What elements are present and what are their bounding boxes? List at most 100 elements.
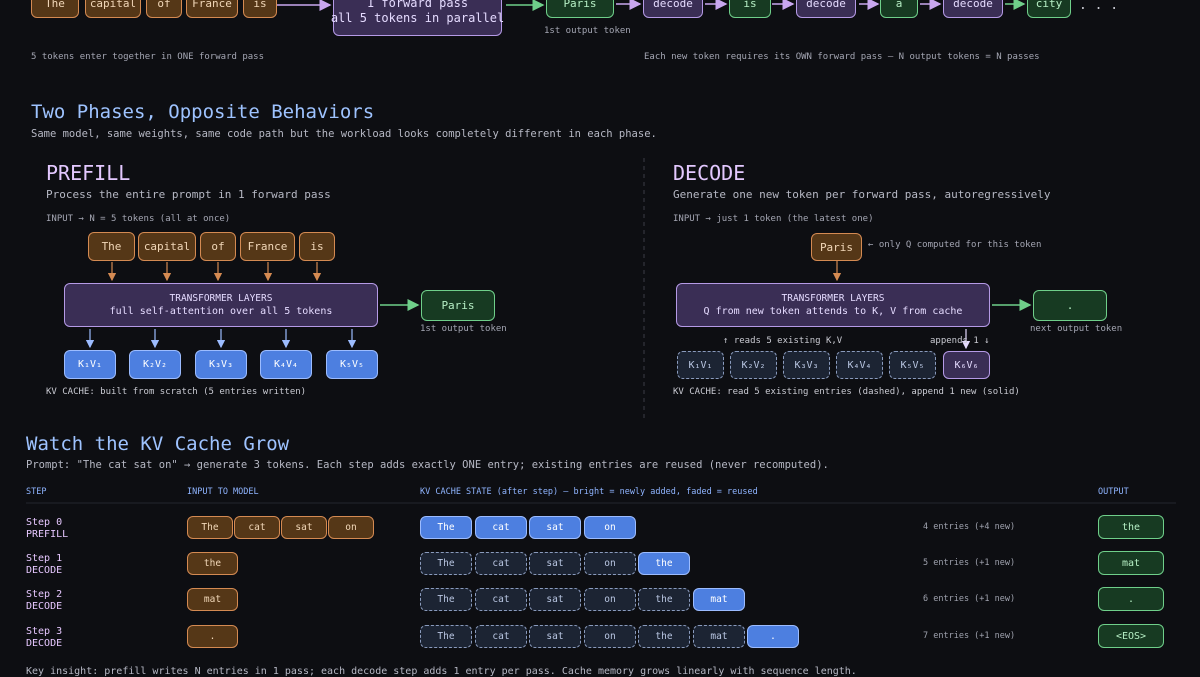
kv-cache-entry-reused: The (420, 552, 472, 575)
step-phase: PREFILL (26, 529, 69, 540)
input-token: the (187, 552, 238, 575)
kv-cache-entry-new: sat (529, 516, 581, 539)
forward-pass-line-1: 1 forward pass (366, 0, 469, 10)
decode-kv-2: K₂V₂ (730, 351, 777, 379)
col-header-input: INPUT TO MODEL (187, 487, 259, 497)
output-token: mat (1098, 551, 1164, 575)
phases-title: Two Phases, Opposite Behaviors (31, 101, 375, 123)
kv-cache-entry-reused: sat (529, 552, 581, 575)
input-token: sat (281, 516, 327, 539)
entry-count: 6 entries (+1 new) (923, 594, 1016, 604)
step-label: Step 1 DECODE (26, 553, 62, 577)
prefill-kv-caption: KV CACHE: built from scratch (5 entries … (46, 387, 307, 397)
step-number: Step 3 (26, 626, 63, 637)
prefill-layer-title: TRANSFORMER LAYERS (169, 293, 273, 304)
top-decode-2: decode (796, 0, 856, 18)
top-right-caption: Each new token requires its OWN forward … (644, 52, 1040, 62)
decode-output-dot: . (1033, 290, 1107, 321)
grow-title: Watch the KV Cache Grow (26, 433, 290, 455)
kv-cache-entry-reused: cat (475, 588, 527, 611)
kv-cache-entry-reused: on (584, 552, 636, 575)
prefill-kv-4: K₄V₄ (260, 350, 312, 379)
phases-subtitle: Same model, same weights, same code path… (31, 128, 657, 140)
prefill-kv-5: K₅V₅ (326, 350, 378, 379)
top-left-caption: 5 tokens enter together in ONE forward p… (31, 52, 264, 62)
top-token-capital: capital (85, 0, 141, 18)
decode-kv-5: K₅V₅ (889, 351, 936, 379)
prefill-transformer-layers: TRANSFORMER LAYERS full self-attention o… (64, 283, 378, 327)
decode-kv-caption: KV CACHE: read 5 existing entries (dashe… (673, 387, 1020, 397)
input-token: mat (187, 588, 238, 611)
kv-cache-entry-reused: the (638, 625, 690, 648)
prefill-output-paris: Paris (421, 290, 495, 321)
decode-desc: Generate one new token per forward pass,… (673, 188, 1051, 201)
kv-cache-entry-new: cat (475, 516, 527, 539)
col-header-output: OUTPUT (1098, 487, 1129, 497)
top-decode-1: decode (643, 0, 703, 18)
kv-cache-entry-new: mat (693, 588, 745, 611)
top-ellipsis: . . . (1079, 0, 1119, 13)
input-token: on (328, 516, 374, 539)
prefill-token-of: of (200, 232, 236, 261)
kv-cache-entry-reused: sat (529, 588, 581, 611)
grow-footer: Key insight: prefill writes N entries in… (26, 666, 857, 677)
step-phase: DECODE (26, 565, 63, 576)
kv-cache-entry-new: the (638, 552, 690, 575)
step-number: Step 1 (26, 553, 63, 564)
top-token-is: is (243, 0, 277, 18)
prefill-layer-sub: full self-attention over all 5 tokens (109, 306, 333, 317)
decode-kv-4: K₄V₄ (836, 351, 883, 379)
prefill-token-france: France (240, 232, 295, 261)
top-decode-3: decode (943, 0, 1003, 18)
input-token: The (187, 516, 233, 539)
step-label: Step 0 PREFILL (26, 517, 68, 541)
kv-cache-entry-reused: mat (693, 625, 745, 648)
prefill-input-label: INPUT → N = 5 tokens (all at once) (46, 214, 231, 224)
grow-prompt: Prompt: "The cat sat on" → generate 3 to… (26, 459, 829, 471)
top-token-france: France (186, 0, 238, 18)
prefill-token-the: The (88, 232, 135, 261)
decode-kv-1: K₁V₁ (677, 351, 724, 379)
decode-input-label: INPUT → just 1 token (the latest one) (673, 214, 874, 224)
decode-kv-3: K₃V₃ (783, 351, 830, 379)
kv-cache-entry-new: on (584, 516, 636, 539)
kv-cache-entry-reused: the (638, 588, 690, 611)
top-token-the: The (31, 0, 79, 18)
step-phase: DECODE (26, 601, 63, 612)
decode-output-label: next output token (1030, 324, 1123, 334)
top-chain-is: is (729, 0, 771, 18)
prefill-title: PREFILL (46, 161, 131, 185)
kv-cache-entry-new: The (420, 516, 472, 539)
col-header-step: STEP (26, 487, 47, 497)
prefill-desc: Process the entire prompt in 1 forward p… (46, 188, 331, 201)
kv-cache-entry-new: . (747, 625, 799, 648)
decode-title: DECODE (673, 161, 746, 185)
kv-cache-entry-reused: cat (475, 625, 527, 648)
kv-cache-entry-reused: on (584, 625, 636, 648)
decode-token-paris: Paris (811, 233, 862, 261)
step-label: Step 3 DECODE (26, 626, 62, 650)
decode-token-note: ← only Q computed for this token (868, 240, 1042, 250)
decode-layer-title: TRANSFORMER LAYERS (781, 293, 885, 304)
prefill-kv-1: K₁V₁ (64, 350, 116, 379)
decode-layer-sub: Q from new token attends to K, V from ca… (703, 306, 963, 317)
prefill-token-is: is (299, 232, 335, 261)
entry-count: 4 entries (+4 new) (923, 522, 1016, 532)
kv-cache-entry-reused: The (420, 625, 472, 648)
prefill-output-label: 1st output token (420, 324, 507, 334)
col-header-kv: KV CACHE STATE (after step) — bright = n… (420, 487, 758, 497)
top-paris-output: Paris (546, 0, 614, 18)
entry-count: 7 entries (+1 new) (923, 631, 1016, 641)
decode-transformer-layers: TRANSFORMER LAYERS Q from new token atte… (676, 283, 990, 327)
top-first-output-label: 1st output token (544, 26, 631, 36)
step-phase: DECODE (26, 638, 63, 649)
step-label: Step 2 DECODE (26, 589, 62, 613)
decode-kv-new: K₆V₆ (943, 351, 990, 379)
forward-pass-line-2: all 5 tokens in parallel (330, 11, 505, 25)
decode-reads-label: ↑ reads 5 existing K,V (723, 336, 843, 346)
output-token: the (1098, 515, 1164, 539)
forward-pass-box: 1 forward pass all 5 tokens in parallel (330, 0, 505, 36)
kv-cache-entry-reused: on (584, 588, 636, 611)
decode-appends-label: appends 1 ↓ (930, 336, 990, 346)
prefill-kv-3: K₃V₃ (195, 350, 247, 379)
